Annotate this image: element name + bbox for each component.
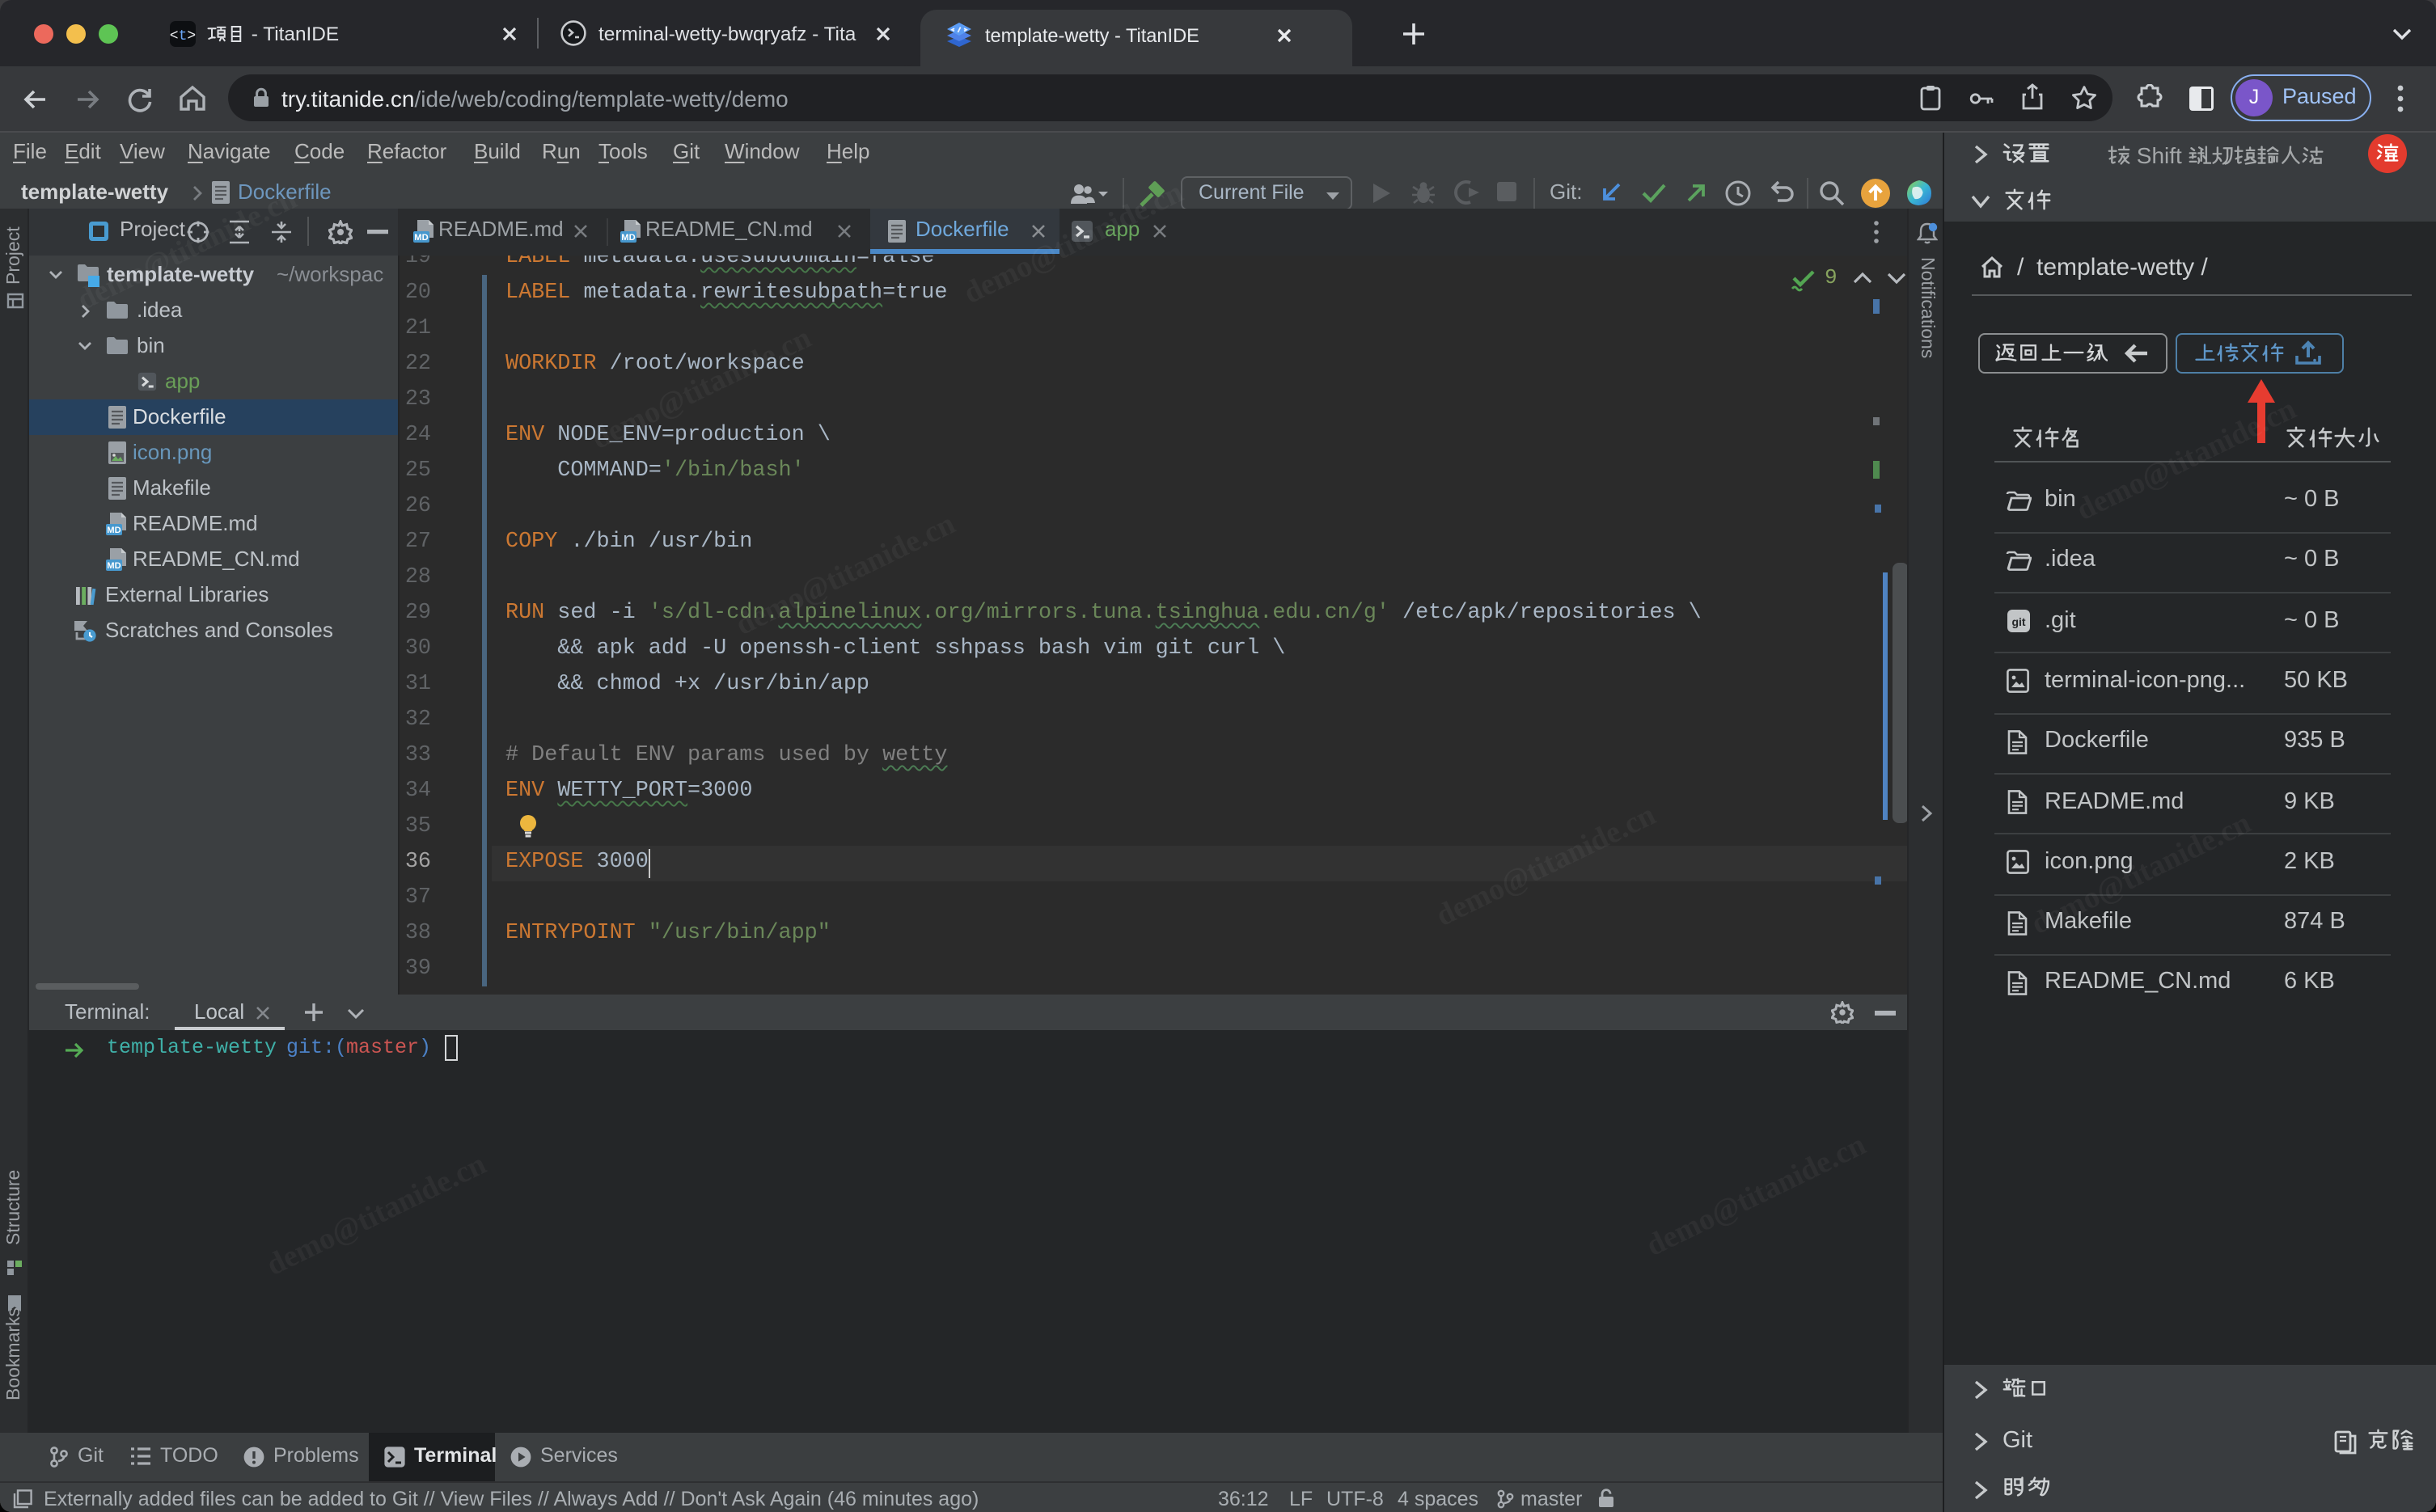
svg-text:MD: MD bbox=[107, 526, 121, 535]
svg-text:git: git bbox=[2011, 615, 2025, 628]
svg-text:MD: MD bbox=[414, 233, 428, 243]
svg-text:<t>: <t> bbox=[170, 28, 196, 44]
svg-text:MD: MD bbox=[621, 233, 635, 243]
svg-text:MD: MD bbox=[107, 561, 121, 571]
